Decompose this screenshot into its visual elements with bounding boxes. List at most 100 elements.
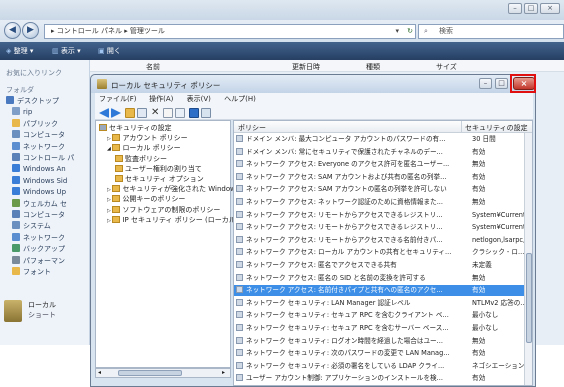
policy-row[interactable]: ネットワーク アクセス: SAM アカウントの匿名の列挙を許可しない 有効 <box>234 184 526 194</box>
policy-row[interactable]: ネットワーク アクセス: 名前付きパイプと共有への匿名のアクセ... 有効 <box>234 285 526 296</box>
folder-item[interactable]: コンピュータ <box>12 130 65 140</box>
menu-item[interactable]: 表示(V) <box>187 93 211 106</box>
search-placeholder: 検索 <box>439 27 453 35</box>
folder-item[interactable]: バックアップ <box>12 244 65 254</box>
column-divider[interactable] <box>461 121 462 133</box>
search-icon: ⌕ <box>424 27 428 35</box>
help-icon[interactable] <box>189 108 199 118</box>
close-icon[interactable]: × <box>540 3 560 14</box>
tree-node[interactable]: セキュリティの設定 <box>99 124 172 133</box>
menu-item[interactable]: ファイル(F) <box>99 93 137 106</box>
list-vertical-scrollbar[interactable] <box>524 133 532 385</box>
open-button[interactable]: ▣ 開く <box>98 44 121 58</box>
policy-row[interactable]: ネットワーク アクセス: ローカル アカウントの共有とセキュリティ... クラシッ… <box>234 247 526 257</box>
tree-horizontal-scrollbar[interactable]: ◂ ▸ <box>95 368 231 378</box>
dialog-maximize-icon[interactable]: □ <box>495 78 508 89</box>
folder-item[interactable]: Windows Sid <box>12 175 67 185</box>
policy-icon <box>236 374 243 382</box>
policy-icon <box>236 172 243 180</box>
policy-row[interactable]: ネットワーク セキュリティ: 必須の署名をしている LDAP クライ... ネゴシ… <box>234 361 528 371</box>
column-date[interactable]: 更新日時 <box>292 62 320 72</box>
policy-row[interactable]: ネットワーク アクセス: リモートからアクセスできるレジストリ... System… <box>234 222 528 232</box>
tree-node[interactable]: ▷ IP セキュリティ ポリシー (ローカル <box>107 215 236 226</box>
folder-item[interactable]: ネットワーク <box>12 232 65 243</box>
policy-row[interactable]: ネットワーク アクセス: ネットワーク認証のために資格情報また... 無効 <box>234 197 526 207</box>
column-setting[interactable]: セキュリティの設定 <box>465 123 528 133</box>
folder-item-icon <box>12 198 20 207</box>
policy-row[interactable]: ネットワーク アクセス: SAM アカウントおよび共有の匿名の列挙... 有効 <box>234 172 526 182</box>
favorites-heading[interactable]: お気に入りリンク <box>6 68 62 78</box>
folder-item[interactable]: コンピュータ <box>12 210 65 220</box>
maximize-icon[interactable]: □ <box>524 3 538 14</box>
policy-row[interactable]: ドメイン メンバ: 最大コンピュータ アカウントのパスワードの有... 30 日間 <box>234 134 526 144</box>
address-breadcrumb[interactable]: ▸ コントロール パネル ▸ 管理ツール ▾ ↻ <box>44 24 416 39</box>
dialog-minimize-icon[interactable]: – <box>479 78 492 89</box>
tree-scroll-thumb[interactable] <box>118 370 182 376</box>
column-policy[interactable]: ポリシー <box>238 123 266 133</box>
up-folder-icon[interactable] <box>125 108 135 118</box>
folder-item-icon <box>12 107 20 116</box>
folder-item[interactable]: パブリック <box>12 118 58 129</box>
column-name[interactable]: 名前 <box>146 62 160 72</box>
policy-row[interactable]: ドメイン メンバ: 常にセキュリティで保護されたチャネルのデー... 有効 <box>234 147 526 157</box>
tree-node[interactable]: ▷ アカウント ポリシー <box>107 134 188 144</box>
tree-node[interactable]: ▷ ソフトウェアの制限のポリシー <box>107 205 220 216</box>
show-tree-icon[interactable] <box>137 108 147 118</box>
properties-icon[interactable] <box>163 108 173 118</box>
policy-row[interactable]: ネットワーク アクセス: 匿名の SID と名前の変換を許可する 無効 <box>234 273 526 283</box>
refresh-icon[interactable]: ↻ <box>407 25 413 38</box>
folder-item-label: コンピュータ <box>23 211 65 219</box>
column-size[interactable]: サイズ <box>436 62 457 72</box>
minimize-icon[interactable]: – <box>508 3 522 14</box>
scroll-right-icon[interactable]: ▸ <box>222 369 225 376</box>
menu-item[interactable]: ヘルプ(H) <box>224 93 256 106</box>
column-type[interactable]: 種類 <box>366 62 380 72</box>
folder-item[interactable]: デスクトップ <box>6 96 59 106</box>
folder-item[interactable]: フォント <box>12 267 51 277</box>
tree-node[interactable]: ▷ セキュリティが強化された Windows <box>107 185 240 195</box>
policy-row[interactable]: ネットワーク セキュリティ: ログオン時間を経過した場合はユー... 無効 <box>234 336 526 346</box>
folders-heading[interactable]: フォルダ <box>6 85 34 95</box>
folder-item[interactable]: ネットワーク <box>12 141 65 152</box>
folder-icon <box>99 124 107 131</box>
back-arrow-icon[interactable]: ◀ <box>4 22 21 39</box>
dropdown-arrow-icon[interactable]: ▾ <box>395 25 399 38</box>
policy-row[interactable]: ネットワーク セキュリティ: セキュア RPC を含むサーバー ベース... 最小… <box>234 323 526 333</box>
tree-node[interactable]: ▷ 公開キーのポリシー <box>107 195 185 205</box>
console-icon[interactable] <box>201 108 211 118</box>
tree-node[interactable]: 監査ポリシー <box>115 154 167 165</box>
policy-row[interactable]: ユーザー アカウント制御: アプリケーションのインストールを検... 有効 <box>234 373 526 383</box>
tree-node[interactable]: セキュリティ オプション <box>115 175 204 185</box>
views-button[interactable]: ▥ 表示 ▾ <box>52 44 81 58</box>
policy-row[interactable]: ネットワーク セキュリティ: セキュア RPC を含むクライアント ベ... 最小… <box>234 310 526 320</box>
policy-row[interactable]: ネットワーク アクセス: 匿名でアクセスできる共有 未定義 <box>234 260 526 270</box>
forward-arrow-icon[interactable]: ▶ <box>22 22 39 39</box>
tree-node[interactable]: ユーザー権利の割り当て <box>115 164 202 175</box>
export-icon[interactable] <box>175 108 185 118</box>
policy-row[interactable]: ネットワーク アクセス: リモートからアクセスできるレジストリ... System… <box>234 210 528 220</box>
policy-row[interactable]: ネットワーク セキュリティ: LAN Manager 認証レベル NTLMv2 応… <box>234 298 527 308</box>
folder-item[interactable]: rip <box>12 107 32 116</box>
policy-row[interactable]: ネットワーク アクセス: Everyone のアクセス許可を匿名ユーザー... 無… <box>234 159 526 169</box>
folder-item[interactable]: システム <box>12 221 51 231</box>
search-input[interactable]: ⌕ 検索 <box>418 24 564 39</box>
folder-item[interactable]: ウェルカム セ <box>12 198 67 209</box>
scroll-left-icon[interactable]: ◂ <box>98 369 101 376</box>
details-type: ショート <box>28 311 56 319</box>
folder-item-icon <box>12 267 20 275</box>
menu-item[interactable]: 操作(A) <box>149 93 173 106</box>
tree-node[interactable]: ◢ ローカル ポリシー <box>107 144 181 154</box>
menu-bar: ファイル(F) 操作(A) 表示(V) ヘルプ(H) <box>95 93 533 106</box>
policy-setting: ネゴシエーション... <box>472 361 528 370</box>
folder-item-icon <box>12 141 20 150</box>
policy-name: ネットワーク アクセス: ネットワーク認証のために資格情報また... <box>246 198 443 206</box>
organize-button[interactable]: ◈ 整理 ▾ <box>6 44 33 58</box>
folder-item[interactable]: コントロール パ <box>12 153 74 163</box>
list-scroll-thumb[interactable] <box>526 253 532 343</box>
policy-row[interactable]: ネットワーク セキュリティ: 次のパスワードの変更で LAN Manag... 有… <box>234 348 526 358</box>
delete-icon[interactable]: ✕ <box>151 108 161 118</box>
folder-item[interactable]: パフォーマン <box>12 255 65 266</box>
policy-row[interactable]: ネットワーク アクセス: リモートからアクセスできる名前付きパ... netlog… <box>234 235 528 245</box>
folder-item[interactable]: Windows Up <box>12 187 66 196</box>
folder-item[interactable]: Windows An <box>12 164 66 173</box>
